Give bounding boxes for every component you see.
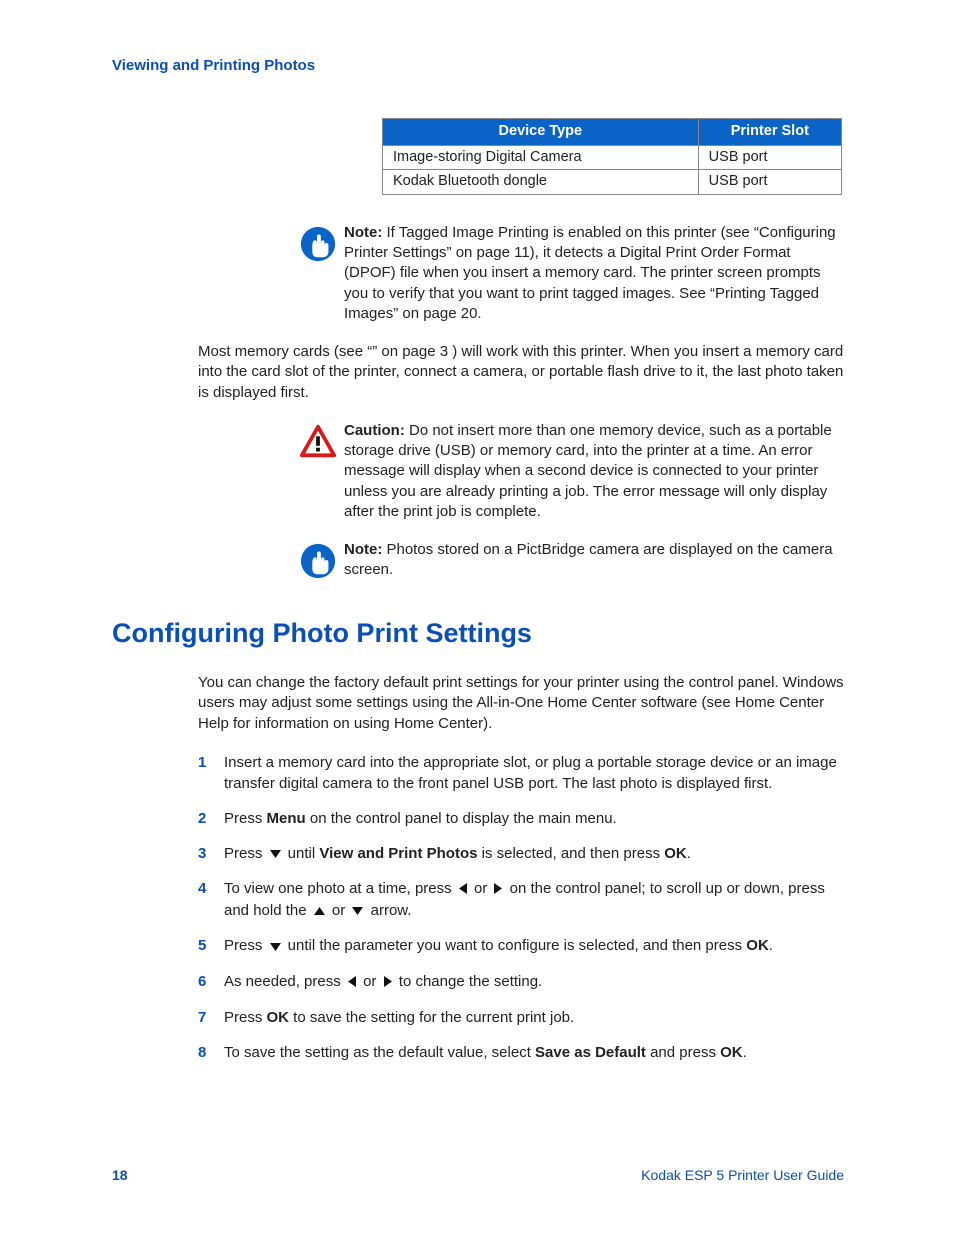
step-item: To save the setting as the default value… <box>198 1042 844 1063</box>
right-arrow-icon <box>384 972 392 993</box>
step-text: Press <box>224 810 267 827</box>
note-block: Note: If Tagged Image Printing is enable… <box>292 223 844 324</box>
note-label: Note: <box>344 541 382 558</box>
step-text: arrow. <box>366 902 411 919</box>
note-body: If Tagged Image Printing is enabled on t… <box>344 224 836 322</box>
step-text: . <box>743 1044 747 1061</box>
step-item: Press OK to save the setting for the cur… <box>198 1007 844 1028</box>
step-text: or <box>359 973 381 990</box>
step-item: Press until the parameter you want to co… <box>198 935 844 957</box>
ok-label: OK <box>746 937 769 954</box>
hand-icon <box>292 223 344 263</box>
note-block: Note: Photos stored on a PictBridge came… <box>292 540 844 581</box>
step-item: As needed, press or to change the settin… <box>198 971 844 993</box>
table-row: Kodak Bluetooth dongle USB port <box>383 170 842 195</box>
step-text: Press <box>224 937 267 954</box>
view-print-label: View and Print Photos <box>319 845 477 862</box>
caution-block: Caution: Do not insert more than one mem… <box>292 421 844 522</box>
caution-body: Do not insert more than one memory devic… <box>344 422 832 520</box>
device-type-cell: Kodak Bluetooth dongle <box>383 170 699 195</box>
ok-label: OK <box>720 1044 743 1061</box>
right-arrow-icon <box>494 879 502 900</box>
device-type-cell: Image-storing Digital Camera <box>383 145 699 170</box>
step-item: Press Menu on the control panel to displ… <box>198 808 844 829</box>
step-text: Press <box>224 1009 267 1026</box>
step-item: Press until View and Print Photos is sel… <box>198 843 844 865</box>
device-table-header-slot: Printer Slot <box>698 119 841 146</box>
step-text: on the control panel to display the main… <box>306 810 617 827</box>
step-text: until <box>284 845 320 862</box>
caution-text: Caution: Do not insert more than one mem… <box>344 421 844 522</box>
down-arrow-icon <box>270 843 281 864</box>
table-row: Image-storing Digital Camera USB port <box>383 145 842 170</box>
down-arrow-icon <box>270 936 281 957</box>
warning-icon <box>292 421 344 461</box>
step-text: is selected, and then press <box>477 845 664 862</box>
step-text: To save the setting as the default value… <box>224 1044 535 1061</box>
step-text: . <box>769 937 773 954</box>
page-footer: 18 Kodak ESP 5 Printer User Guide <box>112 1166 844 1185</box>
step-text: to change the setting. <box>395 973 543 990</box>
running-header: Viewing and Printing Photos <box>112 56 844 76</box>
caution-label: Caution: <box>344 422 405 439</box>
step-text: and press <box>646 1044 720 1061</box>
ok-label: OK <box>664 845 687 862</box>
hand-icon <box>292 540 344 580</box>
step-text: Press <box>224 845 267 862</box>
save-default-label: Save as Default <box>535 1044 646 1061</box>
step-item: To view one photo at a time, press or on… <box>198 878 844 921</box>
step-item: Insert a memory card into the appropriat… <box>198 752 844 794</box>
ok-label: OK <box>267 1009 290 1026</box>
step-text: To view one photo at a time, press <box>224 880 456 897</box>
steps-list: Insert a memory card into the appropriat… <box>198 752 844 1063</box>
step-text: or <box>328 902 350 919</box>
device-table-header-type: Device Type <box>383 119 699 146</box>
note-text: Note: If Tagged Image Printing is enable… <box>344 223 844 324</box>
step-text: . <box>687 845 691 862</box>
section-heading: Configuring Photo Print Settings <box>112 615 844 651</box>
menu-label: Menu <box>267 810 306 827</box>
note-body: Photos stored on a PictBridge camera are… <box>344 541 833 578</box>
step-text: until the parameter you want to configur… <box>284 937 747 954</box>
left-arrow-icon <box>348 972 356 993</box>
up-arrow-icon <box>314 900 325 921</box>
device-table: Device Type Printer Slot Image-storing D… <box>382 118 842 195</box>
down-arrow-icon <box>352 900 363 921</box>
note-label: Note: <box>344 224 382 241</box>
note-text: Note: Photos stored on a PictBridge came… <box>344 540 844 581</box>
intro-paragraph: You can change the factory default print… <box>198 673 844 734</box>
step-text: As needed, press <box>224 973 345 990</box>
footer-guide-title: Kodak ESP 5 Printer User Guide <box>641 1166 844 1185</box>
printer-slot-cell: USB port <box>698 145 841 170</box>
step-text: to save the setting for the current prin… <box>289 1009 574 1026</box>
printer-slot-cell: USB port <box>698 170 841 195</box>
left-arrow-icon <box>459 879 467 900</box>
body-paragraph: Most memory cards (see “” on page 3 ) wi… <box>198 342 844 403</box>
page-number: 18 <box>112 1166 128 1185</box>
step-text: or <box>470 880 492 897</box>
